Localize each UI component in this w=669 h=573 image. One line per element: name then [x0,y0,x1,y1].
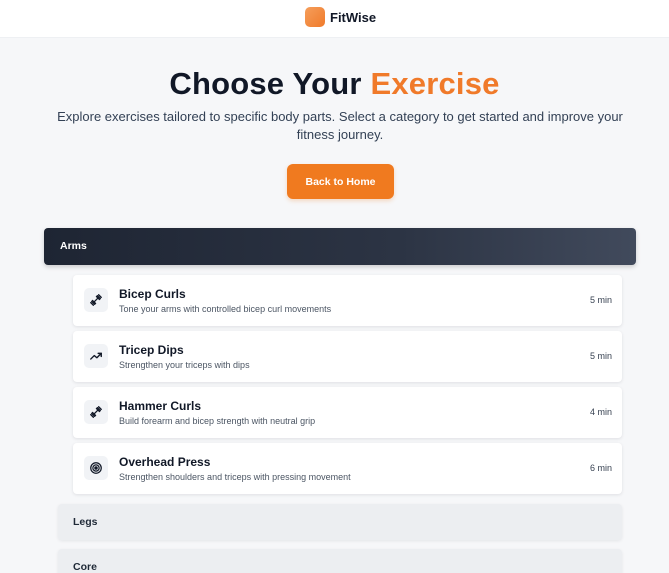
top-header: FitWise [0,0,669,38]
exercise-duration: 5 min [589,295,612,305]
exercise-duration: 6 min [589,463,612,473]
title-prefix: Choose Your [169,66,362,101]
category-header-legs[interactable]: Legs [58,504,622,540]
trending-up-icon [84,344,108,368]
exercise-card-tricep-dips[interactable]: Tricep Dips Strengthen your triceps with… [73,331,622,382]
title-accent: Exercise [370,66,500,101]
category-header-arms[interactable]: Arms [44,228,636,265]
back-to-home-button[interactable]: Back to Home [287,164,394,199]
category-label: Legs [73,516,98,528]
exercise-title: Bicep Curls [119,287,186,301]
exercise-card-overhead-press[interactable]: Overhead Press Strengthen shoulders and … [73,443,622,494]
dumbbell-icon [84,400,108,424]
category-label: Core [73,561,97,573]
target-icon [84,456,108,480]
exercise-duration: 4 min [589,407,612,417]
page-subtitle: Explore exercises tailored to specific b… [57,109,623,142]
brand-link[interactable]: FitWise [305,7,376,27]
brand-name: FitWise [330,9,377,25]
exercise-description: Build forearm and bicep strength with ne… [119,416,316,426]
exercise-title: Tricep Dips [119,343,184,357]
exercise-description: Strengthen your triceps with dips [119,360,250,370]
exercise-title: Hammer Curls [119,399,202,413]
dumbbell-icon [84,288,108,312]
page-title: Choose Your Exercise [0,66,669,102]
exercise-duration: 5 min [589,351,612,361]
exercise-description: Tone your arms with controlled bicep cur… [119,304,332,314]
exercise-card-hammer-curls[interactable]: Hammer Curls Build forearm and bicep str… [73,387,622,438]
exercise-card-bicep-curls[interactable]: Bicep Curls Tone your arms with controll… [73,275,622,326]
exercise-description: Strengthen shoulders and triceps with pr… [119,472,351,482]
fitwise-logo-icon [305,7,325,27]
category-label: Arms [60,240,87,252]
exercise-title: Overhead Press [119,455,211,469]
category-header-core[interactable]: Core [58,549,622,573]
